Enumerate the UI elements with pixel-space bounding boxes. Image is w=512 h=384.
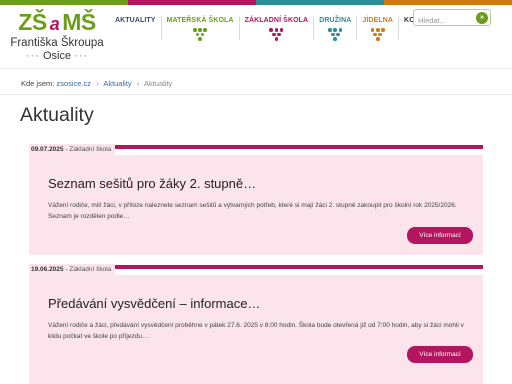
- nav-item-label: DRUŽINA: [319, 17, 352, 24]
- grapes-icon: [193, 28, 207, 42]
- breadcrumb-link-aktuality[interactable]: Aktuality: [103, 79, 131, 88]
- grapes-icon: [370, 28, 385, 42]
- article-accent-bar: [115, 264, 483, 269]
- nav-item-label: ZÁKLADNÍ ŠKOLA: [244, 17, 309, 24]
- nav-item-label: AKTUALITY: [115, 17, 156, 24]
- breadcrumb: Kde jsem: zsosice.cz › Aktuality › Aktua…: [21, 79, 172, 88]
- article-title[interactable]: Seznam sešitů pro žáky 2. stupně…: [48, 176, 256, 191]
- article-category: Základní škola: [69, 146, 112, 153]
- search-box: »: [413, 9, 491, 28]
- article-body: Předávání vysvědčení – informace… Vážení…: [29, 275, 483, 384]
- news-article: 19.06.2025 - Základní škola Předávání vy…: [29, 264, 483, 384]
- article-accent-bar: [115, 144, 483, 149]
- article-category: Základní škola: [69, 266, 112, 273]
- breadcrumb-prefix: Kde jsem:: [21, 79, 55, 88]
- more-info-button[interactable]: Více informací: [407, 346, 473, 363]
- top-color-strip: [0, 0, 512, 5]
- breadcrumb-separator: ›: [96, 79, 99, 88]
- nav-item-label: MATEŘSKÁ ŠKOLA: [166, 17, 234, 24]
- main-navigation: AKTUALITY MATEŘSKÁ ŠKOLA ZÁKLADNÍ ŠKOLA DRU…: [110, 16, 443, 42]
- arrow-right-icon[interactable]: »: [476, 11, 488, 24]
- more-info-button[interactable]: Více informací: [407, 227, 473, 244]
- nav-item-jídelna[interactable]: JÍDELNA: [356, 16, 398, 42]
- school-logo[interactable]: ZŠ a MŠ Františka Škroupa ··· Osice ···: [8, 9, 106, 63]
- grapes-icon: [269, 28, 284, 42]
- article-excerpt: Vážení rodiče, milí žáci, v příloze nale…: [48, 202, 457, 220]
- breadcrumb-link-home[interactable]: zsosice.cz: [56, 79, 91, 88]
- search-input[interactable]: [418, 13, 476, 28]
- logo-place: ··· Osice ···: [25, 50, 89, 62]
- news-article: 09.07.2025 - Základní škola Seznam sešit…: [29, 144, 483, 255]
- breadcrumb-current: Aktuality: [143, 79, 173, 88]
- page-title: Aktuality: [20, 104, 94, 126]
- article-excerpt: Vážení rodiče a žáci, předávání vysvědče…: [48, 322, 464, 340]
- logo-subtitle: Františka Škroupa: [10, 37, 104, 49]
- nav-item-základní-škola[interactable]: ZÁKLADNÍ ŠKOLA: [238, 16, 314, 42]
- nav-item-aktuality[interactable]: AKTUALITY: [110, 16, 161, 40]
- nav-item-mateřská-škola[interactable]: MATEŘSKÁ ŠKOLA: [160, 16, 239, 42]
- breadcrumb-divider: [0, 94, 512, 95]
- article-date: 19.06.2025: [31, 266, 64, 273]
- nav-item-label: JÍDELNA: [362, 17, 394, 24]
- header-divider: [0, 68, 512, 69]
- article-header: 19.06.2025 - Základní škola: [29, 264, 483, 275]
- article-title[interactable]: Předávání vysvědčení – informace…: [48, 296, 260, 311]
- logo-title: ZŠ a MŠ: [18, 9, 96, 35]
- grapes-icon: [328, 28, 343, 42]
- article-date: 09.07.2025: [31, 146, 64, 153]
- nav-item-družina[interactable]: DRUŽINA: [313, 16, 356, 42]
- article-header: 09.07.2025 - Základní škola: [29, 144, 483, 155]
- article-meta: 09.07.2025 - Základní škola: [29, 144, 116, 155]
- article-body: Seznam sešitů pro žáky 2. stupně… Vážení…: [29, 155, 483, 255]
- article-meta: 19.06.2025 - Základní škola: [29, 264, 116, 275]
- breadcrumb-separator: ›: [136, 79, 140, 88]
